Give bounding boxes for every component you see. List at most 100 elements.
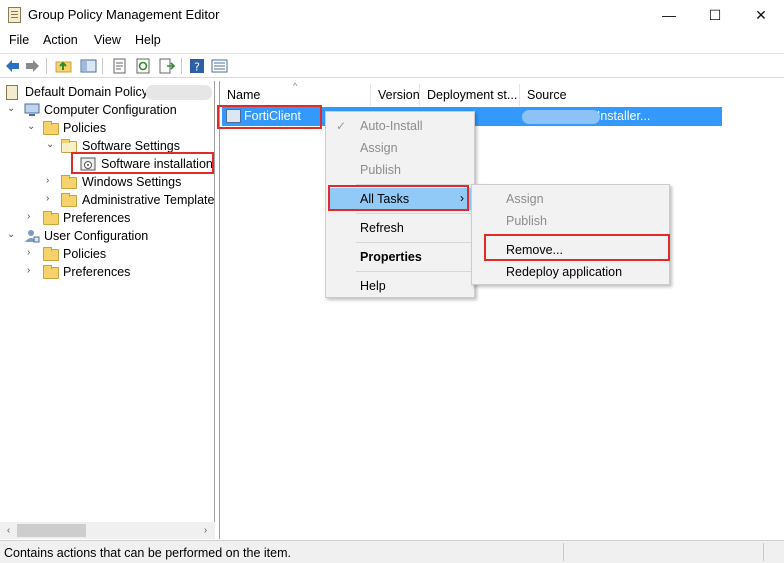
status-bar: Contains actions that can be performed o… [0, 540, 784, 563]
toolbar-separator [102, 58, 103, 74]
tree-item-user-policies[interactable]: › Policies [0, 245, 214, 263]
column-header-source[interactable]: Source [520, 84, 720, 106]
user-icon [25, 230, 40, 243]
menu-item-refresh[interactable]: Refresh [326, 217, 474, 239]
submenu-item-publish[interactable]: Publish [472, 210, 669, 232]
chevron-down-icon[interactable]: ⌄ [7, 104, 17, 114]
menu-action[interactable]: Action [43, 33, 78, 47]
menu-item-auto-install[interactable]: ✓ Auto-Install [326, 115, 474, 137]
chevron-down-icon[interactable]: ⌄ [27, 122, 37, 132]
tree-item-label: Administrative Templates [82, 193, 215, 207]
tree-item-computer-configuration[interactable]: ⌄ Computer Configuration [0, 101, 214, 119]
menu-item-label: Publish [506, 214, 547, 228]
menu-item-label: Help [360, 279, 386, 293]
folder-icon [61, 175, 77, 189]
tree-item-label: Policies [63, 247, 107, 261]
tree-item-preferences[interactable]: › Preferences [0, 209, 214, 227]
tree-item-label: Default Domain Policy [25, 85, 148, 99]
annotation-box [484, 234, 670, 261]
menu-item-label: Assign [506, 192, 544, 206]
menu-separator [356, 242, 472, 243]
show-hide-tree-icon[interactable] [80, 58, 97, 74]
chevron-right-icon[interactable]: › [27, 212, 37, 222]
title-bar: Group Policy Management Editor — ☐ ✕ [0, 0, 784, 30]
minimize-button[interactable]: — [646, 0, 692, 30]
submenu-item-assign[interactable]: Assign [472, 188, 669, 210]
tree-item-administrative-templates[interactable]: › Administrative Templates [0, 191, 215, 209]
scroll-right-icon[interactable]: › [197, 523, 214, 538]
tree-pane: Default Domain Policy ⌄ Computer Configu… [0, 81, 215, 539]
toolbar-separator [181, 58, 182, 74]
column-header-label: Source [527, 88, 567, 102]
menu-item-label: Refresh [360, 221, 404, 235]
chevron-right-icon[interactable]: › [46, 194, 56, 204]
menu-item-help[interactable]: Help [326, 275, 474, 297]
chevron-right-icon[interactable]: › [27, 266, 37, 276]
tree-item-label: User Configuration [44, 229, 149, 243]
scrollbar-thumb[interactable] [17, 524, 86, 537]
column-header-label: Deployment st... [427, 88, 518, 102]
app-icon [8, 7, 21, 23]
status-separator [563, 543, 564, 561]
folder-icon [43, 265, 59, 279]
menu-item-properties[interactable]: Properties [326, 246, 474, 268]
view-details-icon[interactable] [211, 58, 228, 74]
tree-item-policies[interactable]: ⌄ Policies [0, 119, 214, 137]
policy-document-icon [6, 85, 18, 100]
export-list-icon[interactable] [159, 58, 176, 74]
folder-icon [43, 121, 59, 135]
tree-item-user-preferences[interactable]: › Preferences [0, 263, 214, 281]
annotation-box [328, 185, 469, 211]
details-pane: Name ^ Version Deployment st... Source F… [219, 81, 784, 539]
chevron-right-icon[interactable]: › [27, 248, 37, 258]
column-header-version[interactable]: Version [371, 84, 420, 106]
folder-icon [43, 247, 59, 261]
tree-item-default-domain-policy[interactable]: Default Domain Policy [0, 83, 214, 101]
maximize-button[interactable]: ☐ [692, 0, 738, 30]
tree-item-label: Policies [63, 121, 107, 135]
menu-item-label: Assign [360, 141, 398, 155]
status-separator [763, 543, 764, 561]
annotation-box [71, 152, 214, 174]
svg-text:?: ? [194, 61, 200, 74]
refresh-icon[interactable] [135, 58, 152, 74]
tree-item-label: Preferences [63, 211, 131, 225]
toolbar: ? [0, 53, 784, 78]
column-header-label: Name [227, 88, 261, 102]
tree-item-label: Preferences [63, 265, 131, 279]
help-icon[interactable]: ? [189, 58, 206, 74]
column-header-name[interactable]: Name ^ [220, 81, 371, 106]
menu-bar: File Action View Help [0, 30, 784, 52]
menu-help[interactable]: Help [135, 33, 161, 47]
properties-sheet-icon[interactable] [111, 58, 128, 74]
back-arrow-icon[interactable] [4, 58, 21, 74]
close-button[interactable]: ✕ [738, 0, 784, 30]
menu-item-label: Auto-Install [360, 119, 423, 133]
tree-item-user-configuration[interactable]: ⌄ User Configuration [0, 227, 214, 245]
annotation-box [217, 105, 322, 129]
chevron-down-icon[interactable]: ⌄ [46, 140, 56, 150]
menu-view[interactable]: View [94, 33, 121, 47]
forward-arrow-icon[interactable] [24, 58, 41, 74]
check-icon: ✓ [336, 119, 347, 133]
computer-icon [24, 103, 40, 116]
menu-file[interactable]: File [9, 33, 29, 47]
menu-item-assign[interactable]: Assign [326, 137, 474, 159]
scroll-left-icon[interactable]: ‹ [0, 523, 17, 538]
submenu-item-redeploy-application[interactable]: Redeploy application [472, 261, 669, 283]
menu-item-label: Redeploy application [506, 265, 623, 279]
tree-item-windows-settings[interactable]: › Windows Settings [0, 173, 214, 191]
tree-item-label: Computer Configuration [44, 103, 177, 117]
toolbar-separator [46, 58, 47, 74]
tree-horizontal-scrollbar[interactable]: ‹ › [0, 522, 215, 539]
tree-item-label: Windows Settings [82, 175, 182, 189]
chevron-right-icon[interactable]: › [46, 176, 56, 186]
redacted-text [146, 85, 212, 100]
chevron-down-icon[interactable]: ⌄ [7, 230, 17, 240]
status-text: Contains actions that can be performed o… [4, 546, 291, 560]
column-header-deployment-state[interactable]: Deployment st... [420, 84, 520, 106]
window-title: Group Policy Management Editor [28, 7, 220, 22]
menu-item-publish[interactable]: Publish [326, 159, 474, 181]
redacted-text [522, 110, 600, 124]
up-folder-icon[interactable] [55, 58, 72, 74]
